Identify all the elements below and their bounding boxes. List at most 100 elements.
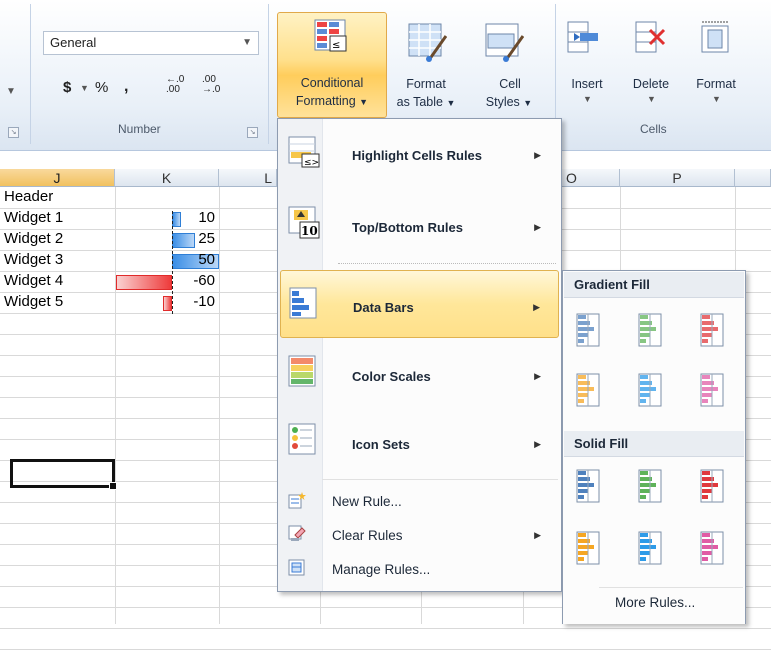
- chevron-down-icon[interactable]: ▼: [647, 94, 656, 104]
- column-header-k[interactable]: K: [115, 169, 219, 187]
- data-bars-submenu: Gradient Fill Solid Fill More Rules...: [562, 270, 746, 624]
- number-dialog-launcher-icon[interactable]: ↘: [247, 127, 258, 138]
- conditional-formatting-icon: ≤: [314, 19, 347, 52]
- gradient-fill-purple-swatch[interactable]: [695, 371, 729, 409]
- delete-button[interactable]: Delete: [626, 76, 676, 93]
- column-header-q[interactable]: [735, 169, 771, 187]
- manage-rules-icon: [288, 559, 305, 576]
- highlight-cells-rules-text: Highlight Cells Rules: [352, 148, 483, 163]
- submenu-arrow-icon: ▶: [534, 222, 541, 232]
- menu-item-top-bottom-rules[interactable]: 10 Top/Bottom Rules ▶: [280, 194, 559, 258]
- menu-item-color-scales[interactable]: Color Scales ▶: [280, 343, 559, 407]
- cell-value[interactable]: 10: [155, 209, 215, 226]
- cell-styles-label-2: Styles: [485, 95, 520, 109]
- solid-fill-green-swatch[interactable]: [633, 467, 667, 505]
- submenu-arrow-icon: ▶: [534, 371, 541, 381]
- icon-sets-text: Icon Sets: [352, 437, 410, 452]
- menu-item-clear-rules[interactable]: Clear Rules ▶: [280, 520, 559, 550]
- currency-button[interactable]: $: [63, 79, 71, 96]
- solid-fill-purple-swatch[interactable]: [695, 529, 729, 567]
- comma-style-button[interactable]: ,: [124, 78, 128, 96]
- dialog-launcher-icon[interactable]: ↘: [8, 127, 19, 138]
- format-as-table-icon: [408, 23, 447, 62]
- decrease-decimal-button[interactable]: .00 →.0: [202, 75, 224, 95]
- chevron-down-icon[interactable]: ▼: [583, 94, 592, 104]
- format-as-table-button[interactable]: as Table ▼: [388, 94, 464, 112]
- icon-sets-icon: [288, 423, 316, 455]
- percent-button[interactable]: %: [95, 79, 108, 96]
- cell-widget-label[interactable]: Widget 3: [4, 251, 63, 268]
- cell-value[interactable]: -60: [155, 272, 215, 289]
- chevron-down-icon[interactable]: ▼: [712, 94, 721, 104]
- column-gridline: [219, 187, 220, 624]
- conditional-formatting-label-text: Formatting: [295, 94, 356, 108]
- dropdown-arrow-icon[interactable]: ▼: [6, 86, 16, 97]
- gradient-fill-heading: Gradient Fill: [564, 272, 744, 298]
- menu-label: Icon Sets: [352, 437, 410, 452]
- delete-cells-icon: [635, 21, 666, 53]
- gradient-fill-green-swatch[interactable]: [633, 311, 667, 349]
- group-separator: [30, 4, 31, 144]
- cell-header[interactable]: Header: [4, 188, 53, 205]
- column-header-j[interactable]: J: [0, 169, 115, 187]
- conditional-formatting-button[interactable]: ≤ Conditional Formatting ▼: [277, 12, 387, 118]
- top-bottom-rules-text: Top/Bottom Rules: [352, 220, 463, 235]
- insert-button[interactable]: Insert: [562, 76, 612, 93]
- increase-decimal-button[interactable]: ←.0 .00: [166, 75, 188, 95]
- clear-rules-label: Clear Rules: [332, 528, 403, 543]
- gradient-fill-red-swatch[interactable]: [695, 311, 729, 349]
- conditional-formatting-label-2: Formatting ▼: [278, 93, 386, 111]
- menu-item-highlight-cells-rules[interactable]: ≤> Highlight Cells Rules ▶: [280, 122, 559, 186]
- top-bottom-icon: 10: [288, 206, 320, 239]
- cell-widget-label[interactable]: Widget 4: [4, 272, 63, 289]
- svg-text:≤>: ≤>: [304, 158, 319, 168]
- gradient-fill-light-blue-swatch[interactable]: [633, 371, 667, 409]
- cell-styles-button[interactable]: Styles ▼: [469, 94, 549, 112]
- cell-widget-label[interactable]: Widget 2: [4, 230, 63, 247]
- number-format-dropdown[interactable]: General ▼: [43, 31, 259, 55]
- menu-item-manage-rules[interactable]: Manage Rules...: [280, 554, 559, 584]
- submenu-arrow-icon: ▶: [534, 150, 541, 160]
- cell-widget-label[interactable]: Widget 1: [4, 209, 63, 226]
- column-header-l[interactable]: L: [219, 169, 277, 187]
- column-header-p[interactable]: P: [620, 169, 735, 187]
- solid-fill-red-swatch[interactable]: [695, 467, 729, 505]
- cell-value[interactable]: 25: [155, 230, 215, 247]
- row-gridline: [0, 628, 771, 629]
- column-gridline: [115, 187, 116, 624]
- submenu-arrow-icon: ▶: [533, 302, 540, 312]
- solid-fill-light-blue-swatch[interactable]: [633, 529, 667, 567]
- cell-widget-label[interactable]: Widget 5: [4, 293, 63, 310]
- data-bars-text: Data Bars: [353, 300, 414, 315]
- fill-handle[interactable]: [109, 482, 117, 490]
- menu-item-data-bars[interactable]: Data Bars ▶: [280, 270, 559, 338]
- cell-styles-icon: [485, 23, 524, 62]
- menu-item-icon-sets[interactable]: Icon Sets ▶: [280, 411, 559, 475]
- clear-rules-icon: [288, 525, 306, 541]
- manage-rules-label: Manage Rules...: [332, 562, 431, 577]
- menu-item-new-rule[interactable]: New Rule...: [280, 486, 559, 516]
- cells-group-label: Cells: [640, 122, 667, 136]
- decrease-decimal-icon: .00 →.0: [202, 74, 221, 95]
- format-as-table-label-1[interactable]: Format: [396, 76, 456, 93]
- cell-styles-label-1[interactable]: Cell: [480, 76, 540, 93]
- column-header-o[interactable]: O: [562, 169, 620, 187]
- active-cell-selection[interactable]: [10, 459, 117, 490]
- more-rules-link[interactable]: More Rules...: [615, 595, 695, 610]
- format-button[interactable]: Format: [688, 76, 744, 93]
- menu-label: Color Scales: [352, 369, 431, 384]
- chevron-down-icon: ▼: [242, 37, 252, 48]
- menu-label: Top/Bottom Rules: [352, 220, 463, 235]
- svg-text:10: 10: [301, 224, 318, 238]
- highlight-cells-icon: ≤>: [288, 136, 320, 168]
- gradient-fill-blue-swatch[interactable]: [571, 311, 605, 349]
- cell-value[interactable]: -10: [155, 293, 215, 310]
- solid-fill-orange-swatch[interactable]: [571, 529, 605, 567]
- cell-value[interactable]: 50: [155, 251, 215, 268]
- gradient-fill-orange-swatch[interactable]: [571, 371, 605, 409]
- solid-fill-blue-swatch[interactable]: [571, 467, 605, 505]
- chevron-down-icon[interactable]: ▼: [80, 83, 89, 93]
- data-bars-icon: [289, 287, 317, 319]
- conditional-formatting-label-1: Conditional: [300, 76, 364, 90]
- menu-label: Highlight Cells Rules: [352, 148, 482, 163]
